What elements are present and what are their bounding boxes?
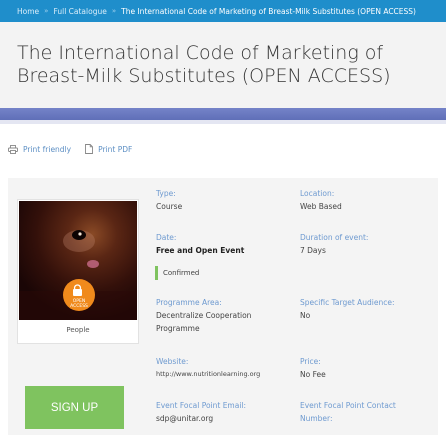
website-label: Website: [156,357,189,366]
programme-area-label: Programme Area: [156,298,222,307]
print-tools: Print friendly Print PDF [8,144,146,154]
type-label: Type: [156,189,176,198]
breadcrumb-current: The International Code of Marketing of B… [121,6,416,16]
date-value: Free and Open Event [156,246,245,255]
price-field: Price: No Fee [300,355,326,381]
programme-area-value: Decentralize Cooperation [156,311,252,320]
image-caption: People [66,326,90,334]
location-field: Location: Web Based [300,187,342,213]
email-field: Event Focal Point Email: sdp@unitar.org [156,399,246,425]
duration-label: Duration of event: [300,233,369,242]
print-pdf-link[interactable]: Print PDF [85,144,132,154]
page-title: The International Code of Marketing of B… [17,42,391,87]
print-friendly-label: Print friendly [23,144,72,154]
contact-label-continued: Number: [300,414,333,423]
email-label: Event Focal Point Email: [156,401,247,410]
audience-label: Specific Target Audience: [300,298,395,307]
date-label: Date: [156,233,177,242]
location-label: Location: [300,189,335,198]
audience-field: Specific Target Audience: No [300,296,395,322]
breadcrumb: Home » Full Catalogue » The Internationa… [0,0,446,22]
contact-field: Event Focal Point Contact Number: [300,399,396,425]
contact-label: Event Focal Point Contact [300,401,396,410]
website-field: Website: http://www.nutritionlearning.or… [156,355,260,381]
breadcrumb-separator: » [44,7,49,15]
breadcrumb-separator: » [111,7,117,15]
sign-up-button[interactable]: SIGN UP [25,386,124,429]
email-link[interactable]: sdp@unitar.org [156,412,246,425]
audience-value: No [300,311,311,320]
printer-icon [8,144,18,154]
print-friendly-link[interactable]: Print friendly [8,145,71,154]
type-value: Course [156,202,183,211]
accent-bar [0,108,446,120]
breadcrumb-catalogue-link[interactable]: Full Catalogue [53,7,106,16]
breadcrumb-home-link[interactable]: Home [17,7,39,16]
programme-area-value-continued: Programme [156,324,200,333]
status-badge: Confirmed [155,266,199,280]
open-access-badge-line2: ACCESS [70,304,88,309]
pdf-icon [85,144,94,154]
location-value: Web Based [300,202,342,211]
duration-value: 7 Days [300,246,326,255]
print-pdf-label: Print PDF [98,144,133,154]
date-field: Date: Free and Open Event [156,231,244,257]
course-image-card: OPEN ACCESS People [17,199,139,344]
duration-field: Duration of event: 7 Days [300,231,368,257]
price-label: Price: [300,357,321,366]
programme-area-field: Programme Area: Decentralize Cooperation… [156,296,251,335]
price-value: No Fee [300,370,326,379]
accent-bar-shadow [0,120,446,124]
website-link[interactable]: http://www.nutritionlearning.org [156,368,260,381]
type-field: Type: Course [156,187,182,213]
course-image: OPEN ACCESS [19,201,137,320]
